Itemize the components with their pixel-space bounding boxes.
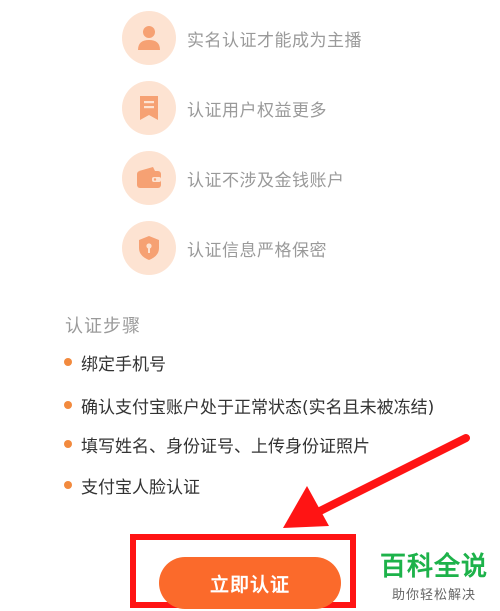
step-item: 填写姓名、身份证号、上传身份证照片 <box>64 431 370 457</box>
bullet-icon <box>64 481 72 489</box>
benefit-label: 认证用户权益更多 <box>187 100 327 121</box>
verify-now-button[interactable]: 立即认证 <box>159 557 341 609</box>
bullet-icon <box>64 401 72 409</box>
benefit-item-streamer: 实名认证才能成为主播 <box>122 10 362 66</box>
benefit-item-no-money: 认证不涉及金钱账户 <box>122 150 345 206</box>
benefit-item-privacy: 认证信息严格保密 <box>122 220 327 276</box>
bullet-icon <box>64 440 72 448</box>
step-item: 绑定手机号 <box>64 349 166 375</box>
step-label: 确认支付宝账户处于正常状态(实名且未被冻结) <box>81 397 435 418</box>
watermark-title: 百科全说 <box>379 552 488 582</box>
shield-icon <box>122 221 176 275</box>
person-icon <box>122 11 176 65</box>
steps-title: 认证步骤 <box>65 316 141 337</box>
benefit-label: 实名认证才能成为主播 <box>187 30 362 51</box>
step-label: 支付宝人脸认证 <box>81 477 200 498</box>
bullet-icon <box>64 358 72 366</box>
step-label: 填写姓名、身份证号、上传身份证照片 <box>81 436 370 457</box>
watermark-subtitle: 助你轻松解决 <box>391 588 476 603</box>
step-label: 绑定手机号 <box>81 354 166 375</box>
benefit-item-rights: 认证用户权益更多 <box>122 80 327 136</box>
wallet-icon <box>122 151 176 205</box>
verification-page: 实名认证才能成为主播 认证用户权益更多 认证不涉及金钱账户 认证信息严格保密 认… <box>0 0 500 611</box>
step-item: 支付宝人脸认证 <box>64 472 200 498</box>
benefit-label: 认证不涉及金钱账户 <box>187 170 345 191</box>
step-item: 确认支付宝账户处于正常状态(实名且未被冻结) <box>64 392 434 418</box>
document-bookmark-icon <box>122 81 176 135</box>
watermark-logo: 百科全说 助你轻松解决 <box>374 552 494 603</box>
benefit-label: 认证信息严格保密 <box>187 240 327 261</box>
